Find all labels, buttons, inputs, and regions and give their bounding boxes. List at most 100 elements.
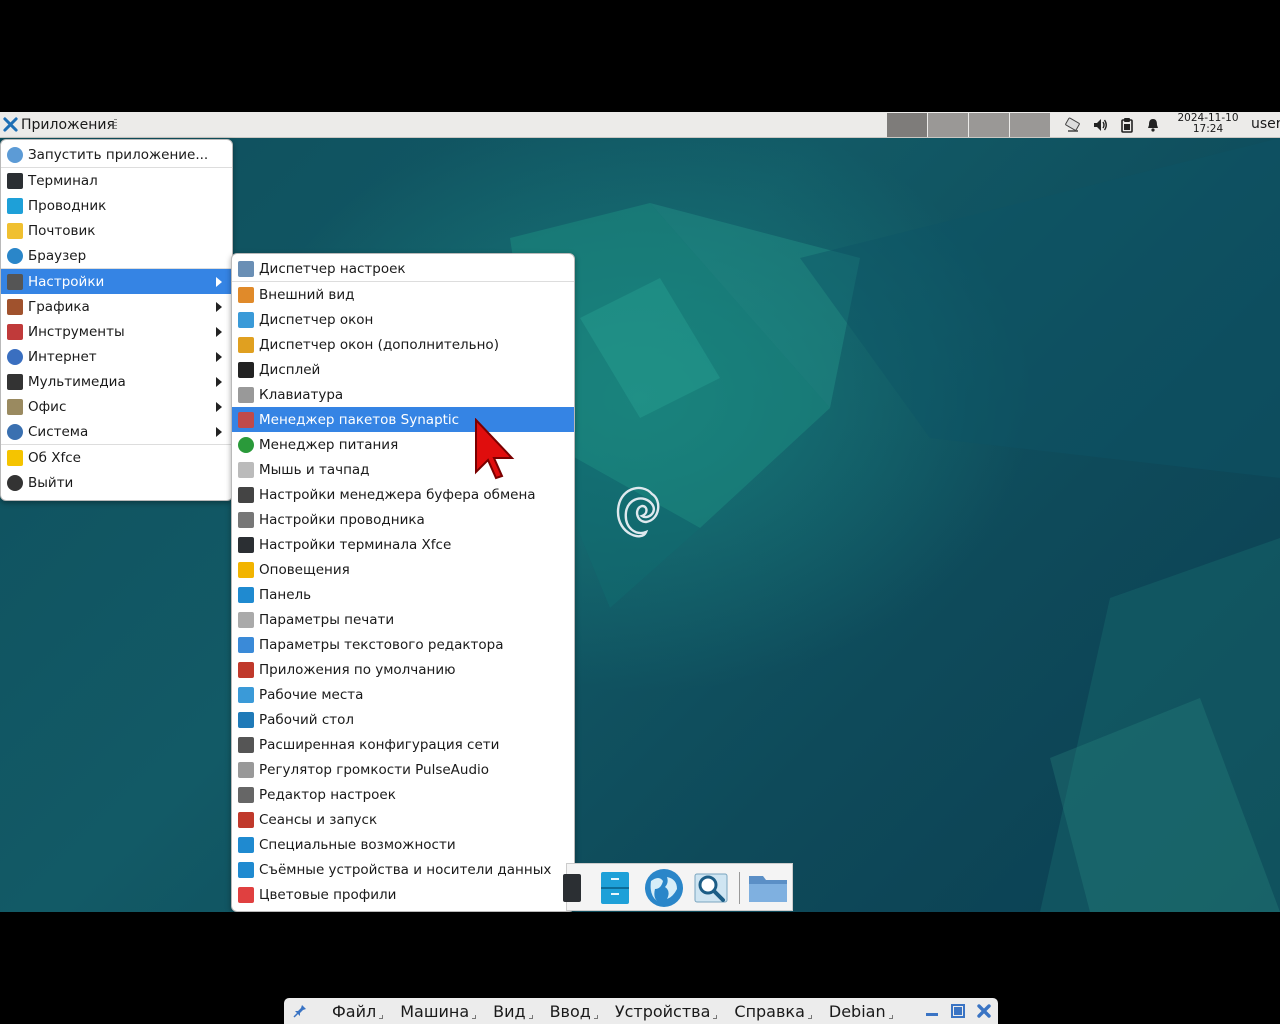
terminal-icon[interactable]: [561, 870, 585, 906]
settings-menu-item[interactable]: Регулятор громкости PulseAudio: [232, 757, 574, 782]
settings-menu-item-label: Менеджер пакетов Synaptic: [259, 411, 460, 428]
network-icon[interactable]: [1064, 117, 1080, 133]
settings-menu-item-label: Параметры печати: [259, 611, 395, 628]
main-menu-item[interactable]: Система: [1, 419, 232, 444]
settings-menu-item[interactable]: Редактор настроек: [232, 782, 574, 807]
settings-menu-item[interactable]: Менеджер питания: [232, 432, 574, 457]
main-menu-item[interactable]: Интернет: [1, 344, 232, 369]
browser-icon[interactable]: [643, 867, 685, 909]
settings-menu-item-label: Диспетчер окон (дополнительно): [259, 336, 499, 353]
terminal-settings-icon: [238, 536, 254, 553]
settings-menu-item-label: Мышь и тачпад: [259, 461, 370, 478]
settings-menu-item[interactable]: Цветовые профили: [232, 882, 574, 907]
vbox-menu-devices[interactable]: Устройства: [615, 1002, 717, 1021]
settings-menu-item[interactable]: Рабочие места: [232, 682, 574, 707]
main-menu-item-label: Офис: [28, 398, 67, 415]
workspaces-icon: [238, 686, 254, 703]
settings-menu-item[interactable]: Менеджер пакетов Synaptic: [232, 407, 574, 432]
vbox-menu-machine[interactable]: Машина: [400, 1002, 477, 1021]
main-menu-item[interactable]: Почтовик: [1, 218, 232, 243]
main-menu-item[interactable]: Графика: [1, 294, 232, 319]
settings-menu-item[interactable]: Съёмные устройства и носители данных: [232, 857, 574, 882]
main-menu-item[interactable]: Проводник: [1, 193, 232, 218]
settings-menu-item[interactable]: Специальные возможности: [232, 832, 574, 857]
settings-menu-item[interactable]: Диспетчер окон (дополнительно): [232, 332, 574, 357]
settings-menu-item[interactable]: Расширенная конфигурация сети: [232, 732, 574, 757]
settings-menu-item[interactable]: Дисплей: [232, 357, 574, 382]
settings-menu-item[interactable]: Настройки проводника: [232, 507, 574, 532]
main-menu-item[interactable]: Браузер: [1, 243, 232, 268]
settings-menu-item[interactable]: Клавиатура: [232, 382, 574, 407]
notification-bell-icon[interactable]: [1145, 117, 1161, 133]
settings-menu-item[interactable]: Параметры печати: [232, 607, 574, 632]
folder-icon[interactable]: [747, 870, 789, 906]
main-menu-item-label: Выйти: [28, 474, 74, 491]
settings-menu-item[interactable]: Оповещения: [232, 557, 574, 582]
settings-menu-item-label: Настройки менеджера буфера обмена: [259, 486, 536, 503]
main-menu-item[interactable]: Запустить приложение...: [1, 142, 232, 167]
vbox-menu-view[interactable]: Вид: [493, 1002, 534, 1021]
main-menu-item[interactable]: Терминал: [1, 168, 232, 193]
workspace-4[interactable]: [1010, 113, 1050, 137]
terminal-icon: [7, 172, 23, 189]
settings-menu-item[interactable]: Параметры текстового редактора: [232, 632, 574, 657]
volume-icon[interactable]: [1092, 117, 1108, 133]
settings-menu-item[interactable]: Настройки терминала Xfce: [232, 532, 574, 557]
settings-menu-item[interactable]: Диспетчер окон: [232, 307, 574, 332]
restore-icon[interactable]: [950, 1003, 966, 1019]
main-menu-item[interactable]: Настройки: [1, 269, 232, 294]
clock[interactable]: 2024-11-10 17:24: [1168, 113, 1248, 135]
main-menu-item-label: Мультимедиа: [28, 373, 126, 390]
workspace-1[interactable]: [887, 113, 927, 137]
main-menu-item-label: Настройки: [28, 273, 105, 290]
main-menu-item[interactable]: Мультимедиа: [1, 369, 232, 394]
file-manager-icon[interactable]: [597, 870, 633, 906]
settings-menu-item[interactable]: Сеансы и запуск: [232, 807, 574, 832]
network-config-icon: [238, 736, 254, 753]
settings-menu-item[interactable]: Настройки менеджера буфера обмена: [232, 482, 574, 507]
multimedia-icon: [7, 373, 23, 390]
desktop-icon: [238, 711, 254, 728]
clock-time: 17:24: [1192, 123, 1224, 135]
main-menu-item-label: Инструменты: [28, 323, 125, 340]
pin-icon[interactable]: [292, 1003, 308, 1019]
main-menu-item[interactable]: Выйти: [1, 470, 232, 495]
tools-icon: [7, 323, 23, 340]
workspace-3[interactable]: [969, 113, 1009, 137]
main-menu-item[interactable]: Инструменты: [1, 319, 232, 344]
submenu-arrow-icon: [216, 377, 222, 387]
vbox-menu-input[interactable]: Ввод: [550, 1002, 599, 1021]
main-menu-item[interactable]: Об Xfce: [1, 445, 232, 470]
submenu-arrow-icon: [216, 327, 222, 337]
settings-menu-item-label: Настройки проводника: [259, 511, 425, 528]
minimize-icon[interactable]: [924, 1003, 940, 1019]
vbox-menu-debian[interactable]: Debian: [829, 1002, 893, 1021]
settings-menu-item-label: Приложения по умолчанию: [259, 661, 456, 678]
submenu-arrow-icon: [216, 352, 222, 362]
virtualbox-menu-bar: Файл Машина Вид Ввод Устройства Справка …: [284, 998, 998, 1024]
main-menu-item-label: Графика: [28, 298, 90, 315]
user-menu[interactable]: user: [1251, 116, 1280, 132]
settings-menu-item-label: Оповещения: [259, 561, 350, 578]
settings-menu-item[interactable]: Приложения по умолчанию: [232, 657, 574, 682]
settings-menu-item-label: Менеджер питания: [259, 436, 399, 453]
workspace-2[interactable]: [928, 113, 968, 137]
settings-menu-item[interactable]: Внешний вид: [232, 282, 574, 307]
panel-handle[interactable]: [114, 119, 117, 131]
applications-label: Приложения: [21, 116, 115, 133]
pulseaudio-icon: [238, 761, 254, 778]
removable-drives-icon: [238, 861, 254, 878]
app-finder-icon[interactable]: [693, 870, 729, 906]
settings-menu-item[interactable]: Панель: [232, 582, 574, 607]
vbox-menu-help[interactable]: Справка: [734, 1002, 812, 1021]
vbox-menu-file[interactable]: Файл: [332, 1002, 384, 1021]
main-menu-item[interactable]: Офис: [1, 394, 232, 419]
settings-menu-item[interactable]: Рабочий стол: [232, 707, 574, 732]
applications-menu-button[interactable]: Приложения: [0, 112, 119, 137]
settings-menu-item[interactable]: Диспетчер настроек: [232, 256, 574, 281]
settings-menu-item[interactable]: Мышь и тачпад: [232, 457, 574, 482]
synaptic-icon: [238, 411, 254, 428]
close-icon[interactable]: [976, 1003, 992, 1019]
clipboard-icon[interactable]: [1119, 117, 1135, 133]
settings-menu-item-label: Расширенная конфигурация сети: [259, 736, 500, 753]
